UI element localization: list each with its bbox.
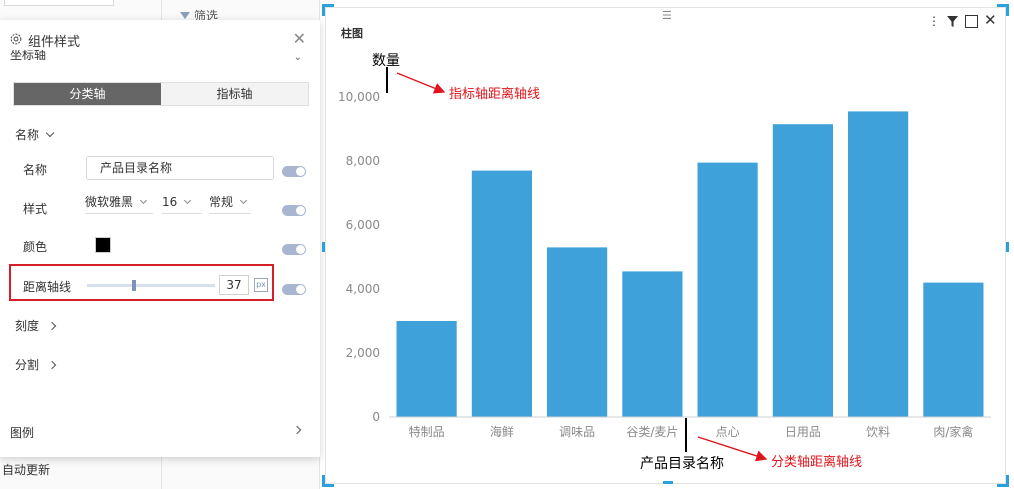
annotation-arrows [386, 67, 768, 462]
arrow-icon [396, 72, 446, 94]
arrow-icon [697, 436, 768, 462]
